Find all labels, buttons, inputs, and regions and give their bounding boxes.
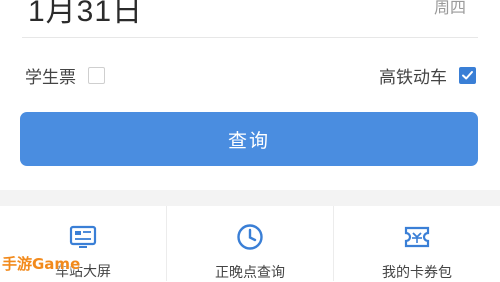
student-ticket-checkbox[interactable]: [88, 66, 105, 84]
student-ticket-option[interactable]: 学生票: [25, 62, 105, 88]
nav-delay-query[interactable]: 正晚点查询: [166, 206, 333, 281]
student-ticket-label: 学生票: [25, 67, 76, 88]
nav-my-coupons-label: 我的卡券包: [382, 265, 452, 281]
date-row[interactable]: 1月31日 周四: [0, 0, 500, 36]
divider: [22, 37, 478, 38]
date-text[interactable]: 1月31日: [28, 0, 143, 30]
checkmark-icon: [462, 70, 473, 79]
station-screen-icon: [69, 224, 97, 249]
highspeed-checkbox[interactable]: [459, 66, 476, 84]
highspeed-option[interactable]: 高铁动车: [379, 62, 476, 88]
highspeed-label: 高铁动车: [379, 67, 447, 88]
section-gap: [0, 190, 500, 206]
clock-icon: [236, 224, 264, 250]
watermark-logo: 手游Game: [2, 255, 81, 273]
query-button[interactable]: 查询: [20, 112, 478, 166]
query-button-label: 查询: [227, 129, 270, 152]
weekday-label: 周四: [433, 0, 466, 17]
nav-delay-query-label: 正晚点查询: [215, 265, 285, 281]
nav-my-coupons[interactable]: 我的卡券包: [333, 206, 500, 281]
ticket-icon: [403, 224, 431, 250]
